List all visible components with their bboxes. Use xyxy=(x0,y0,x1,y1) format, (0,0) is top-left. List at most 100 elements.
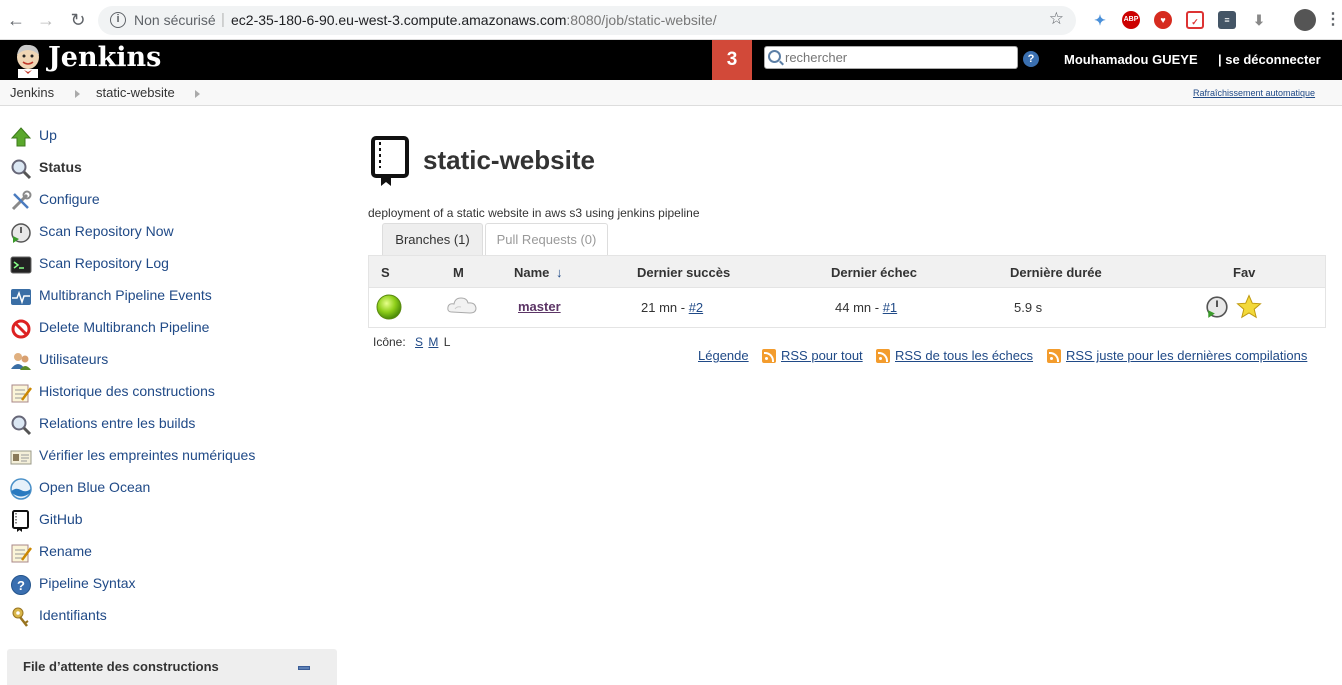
sidebar-item-label: Utilisateurs xyxy=(39,351,109,367)
sidebar-item-label: Pipeline Syntax xyxy=(39,575,136,591)
sidebar-item-label: Delete Multibranch Pipeline xyxy=(39,319,210,335)
tab-pull-requests[interactable]: Pull Requests (0) xyxy=(485,223,608,255)
search-box[interactable] xyxy=(764,46,1018,69)
cloudy-icon[interactable] xyxy=(446,292,478,318)
sidebar-item-label: Multibranch Pipeline Events xyxy=(39,287,212,303)
sidebar-item-label: Scan Repository Log xyxy=(39,255,169,271)
build-queue-panel: File d’attente des constructions xyxy=(7,649,337,685)
status-ball-icon[interactable] xyxy=(376,294,402,320)
icon-size-medium[interactable]: M xyxy=(428,335,438,349)
rss-failures-link[interactable]: RSS de tous les échecs xyxy=(895,348,1033,363)
column-header-name[interactable]: Name xyxy=(514,265,549,280)
sidebar-item-label: Rename xyxy=(39,543,92,559)
adblock-icon[interactable]: ABP xyxy=(1122,11,1140,29)
tab-branches[interactable]: Branches (1) xyxy=(382,223,483,255)
browser-toolbar: ← → ↻ i Non sécurisé | ec2-35-180-6-90.e… xyxy=(0,0,1342,40)
last-success-time: 21 mn - xyxy=(641,300,689,315)
build-link-1[interactable]: #1 xyxy=(883,300,897,315)
last-failure-cell: 44 mn - #1 xyxy=(835,300,897,315)
icon-size-selector: Icône: S M L xyxy=(373,335,450,349)
breadcrumb-chevron-icon[interactable] xyxy=(75,90,80,98)
extension-bird-icon[interactable]: ✦ xyxy=(1091,11,1109,29)
icon-size-small[interactable]: S xyxy=(415,335,423,349)
magnifier-icon xyxy=(11,159,32,180)
jenkins-logo-icon[interactable] xyxy=(10,42,46,78)
pulse-monitor-icon xyxy=(11,289,31,305)
column-header-last-failure[interactable]: Dernier échec xyxy=(831,265,917,280)
sidebar-item-label: GitHub xyxy=(39,511,83,527)
url-text[interactable]: ec2-35-180-6-90.eu-west-3.compute.amazon… xyxy=(231,12,717,28)
last-duration-cell: 5.9 s xyxy=(1014,300,1043,315)
notepad-icon xyxy=(11,544,32,563)
up-arrow-icon xyxy=(10,127,32,147)
clock-play-icon xyxy=(11,223,31,243)
logout-link[interactable]: | se déconnecter xyxy=(1218,52,1321,67)
repo-book-icon xyxy=(371,136,409,186)
security-label: Non sécurisé xyxy=(134,12,216,28)
repo-book-icon xyxy=(12,510,29,532)
sidebar-item-label: Identifiants xyxy=(39,607,107,623)
browser-menu-icon[interactable]: ⋮ xyxy=(1324,11,1342,29)
build-queue-title[interactable]: File d’attente des constructions xyxy=(23,659,219,674)
pocket-icon[interactable]: ✓ xyxy=(1186,11,1204,29)
sidebar-item-label: Status xyxy=(39,159,82,175)
bookmark-star-icon[interactable]: ☆ xyxy=(1049,9,1064,29)
column-header-last-success[interactable]: Dernier succès xyxy=(637,265,730,280)
profile-avatar[interactable] xyxy=(1294,9,1316,31)
last-success-cell: 21 mn - #2 xyxy=(641,300,703,315)
page-title: static-website xyxy=(423,145,595,175)
breadcrumb-chevron-icon[interactable] xyxy=(195,90,200,98)
help-icon[interactable]: ? xyxy=(1023,51,1039,67)
download-icon[interactable]: ⬇ xyxy=(1250,11,1268,29)
rss-icon[interactable] xyxy=(762,349,776,363)
reload-icon[interactable]: ↻ xyxy=(66,8,90,32)
keys-icon xyxy=(12,607,29,627)
icon-size-large: L xyxy=(443,335,451,349)
back-arrow-icon[interactable]: ← xyxy=(4,8,28,32)
sidebar-item-label: Open Blue Ocean xyxy=(39,479,151,495)
rss-all-link[interactable]: RSS pour tout xyxy=(781,348,863,363)
sidebar-item-label: Scan Repository Now xyxy=(39,223,174,239)
table-header: S M Name ↓ Dernier succès Dernier échec … xyxy=(368,255,1326,288)
jenkins-title[interactable]: Jenkins xyxy=(48,42,161,73)
job-description: deployment of a static website in aws s3… xyxy=(368,206,700,220)
breadcrumb-jenkins[interactable]: Jenkins xyxy=(10,85,54,100)
column-header-s[interactable]: S xyxy=(381,265,390,280)
collapse-icon[interactable] xyxy=(298,666,310,670)
user-name-link[interactable]: Mouhamadou GUEYE xyxy=(1064,52,1198,67)
rss-icon[interactable] xyxy=(1047,349,1061,363)
last-failure-time: 44 mn - xyxy=(835,300,883,315)
branch-link-master[interactable]: master xyxy=(518,299,561,314)
forward-arrow-icon[interactable]: → xyxy=(34,8,58,32)
notepad-icon xyxy=(11,384,32,403)
address-divider: | xyxy=(221,11,225,28)
jenkins-header: Jenkins 3 ? Mouhamadou GUEYE | se déconn… xyxy=(0,40,1342,80)
rss-icon[interactable] xyxy=(876,349,890,363)
magnifier-icon xyxy=(11,415,32,436)
schedule-build-icon[interactable] xyxy=(1205,295,1229,319)
blue-ocean-icon xyxy=(10,478,32,500)
address-bar[interactable]: i Non sécurisé | ec2-35-180-6-90.eu-west… xyxy=(98,6,1076,35)
favorite-star-icon[interactable] xyxy=(1236,294,1262,320)
sidebar-item-label: Relations entre les builds xyxy=(39,415,196,431)
ublock-shield-icon[interactable]: ♥ xyxy=(1154,11,1172,29)
build-link-2[interactable]: #2 xyxy=(689,300,703,315)
terminal-icon xyxy=(10,256,32,274)
column-header-last-duration[interactable]: Dernière durée xyxy=(1010,265,1102,280)
sidebar-item-label: Vérifier les empreintes numériques xyxy=(39,447,256,463)
svg-text:?: ? xyxy=(17,578,25,593)
sidebar-item-label: Up xyxy=(39,127,57,143)
sort-arrow-icon[interactable]: ↓ xyxy=(556,265,563,280)
wrench-screwdriver-icon xyxy=(11,190,32,211)
legend-link[interactable]: Légende xyxy=(698,348,749,363)
search-input[interactable] xyxy=(785,49,1013,66)
breadcrumb-static-website[interactable]: static-website xyxy=(96,85,175,100)
column-header-m[interactable]: M xyxy=(453,265,464,280)
table-row: master 21 mn - #2 44 mn - #1 5.9 s xyxy=(368,288,1326,328)
extension-stack-icon[interactable]: ≡ xyxy=(1218,11,1236,29)
info-icon[interactable]: i xyxy=(110,12,126,28)
column-header-fav[interactable]: Fav xyxy=(1233,265,1255,280)
notification-badge[interactable]: 3 xyxy=(712,40,752,80)
rss-latest-link[interactable]: RSS juste pour les dernières compilation… xyxy=(1066,348,1307,363)
auto-refresh-link[interactable]: Rafraîchissement automatique xyxy=(1193,88,1315,98)
